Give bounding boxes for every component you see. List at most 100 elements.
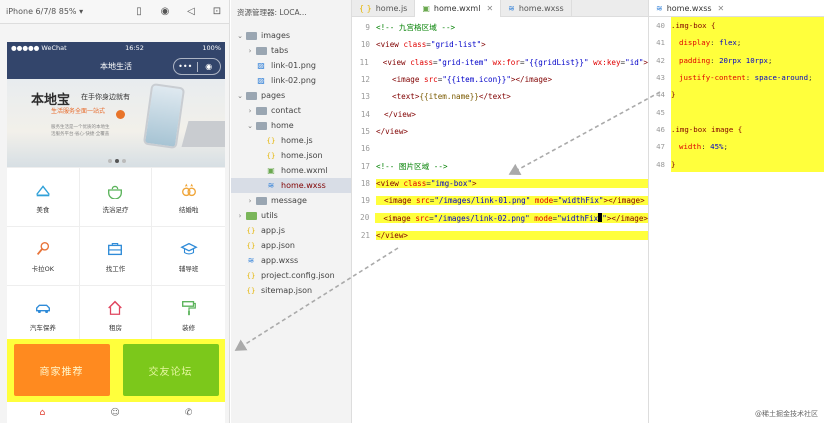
- status-bar: ●●●●● WeChat 16:52 100%: [7, 42, 225, 54]
- indicator-dot-active[interactable]: [115, 159, 119, 163]
- grid-item[interactable]: 租房: [79, 286, 153, 345]
- tree-item-label: project.config.json: [261, 271, 335, 280]
- tree-item-label: images: [261, 31, 291, 40]
- line-number: 11: [359, 57, 369, 67]
- rotate-icon[interactable]: ⊡: [211, 6, 223, 18]
- tree-item-label: app.js: [261, 226, 285, 235]
- tree-item[interactable]: {} sitemap.json: [231, 283, 351, 298]
- tree-item-label: home.wxss: [281, 181, 326, 190]
- tree-item[interactable]: ⌄ pages: [231, 88, 351, 103]
- js-file-icon: {}: [266, 136, 276, 145]
- chevron-icon[interactable]: ›: [235, 212, 245, 220]
- grid-item[interactable]: 洗浴足疗: [79, 168, 153, 227]
- line-number: 42: [656, 55, 665, 65]
- paint-roller-icon: [180, 299, 198, 317]
- car-icon: [34, 299, 52, 317]
- simulator-panel: iPhone 6/7/8 85% ▾ ▯ ◉ ◁ ⊡ ●●●●● WeChat …: [0, 0, 230, 423]
- js-file-icon: {}: [246, 226, 256, 235]
- tab-home-wxss-popup[interactable]: ≋ home.wxss ✕: [649, 0, 824, 17]
- grid-item[interactable]: 装修: [152, 286, 225, 345]
- chevron-icon[interactable]: ⌄: [235, 92, 245, 100]
- chevron-icon[interactable]: ›: [245, 107, 255, 115]
- record-icon[interactable]: ◉: [159, 6, 171, 18]
- wxml-file-icon: ▣: [422, 4, 430, 13]
- indicator-dot[interactable]: [108, 159, 112, 163]
- tree-item[interactable]: {} app.js: [231, 223, 351, 238]
- wxss-file-icon: ≋: [656, 3, 663, 13]
- code-line: 10 <view class="grid-list">: [352, 36, 648, 53]
- code-text: padding: 20rpx 10rpx;: [679, 55, 773, 65]
- tree-item[interactable]: ≋ app.wxss: [231, 253, 351, 268]
- simulator-toolbar: iPhone 6/7/8 85% ▾ ▯ ◉ ◁ ⊡: [0, 0, 229, 24]
- code-line: 45: [649, 103, 824, 120]
- close-tab-icon[interactable]: ✕: [718, 4, 725, 13]
- merchant-recommend-label: 商家推荐: [39, 366, 84, 378]
- tree-item[interactable]: ▨ link-02.png: [231, 73, 351, 88]
- message-icon[interactable]: ☺: [110, 408, 119, 418]
- grid-item[interactable]: 结婚啦: [152, 168, 225, 227]
- folder-icon: [255, 121, 267, 131]
- navigation-bar: 本地生活 ••• ◉: [7, 54, 225, 79]
- grid-item-label: 结婚啦: [178, 205, 199, 214]
- tree-item-label: link-01.png: [271, 61, 316, 70]
- chevron-icon[interactable]: ›: [245, 47, 255, 55]
- code-text: <view class="grid-list">: [376, 40, 486, 50]
- phone-icon[interactable]: ▯: [133, 6, 145, 18]
- tree-item[interactable]: › message: [231, 193, 351, 208]
- folder-icon: [255, 106, 267, 116]
- tree-item[interactable]: ⌄ images: [231, 28, 351, 43]
- grid-item[interactable]: 找工作: [79, 227, 153, 286]
- code-text: <image src="{{item.icon}}"></image>: [392, 75, 553, 85]
- grid-item[interactable]: 辅导班: [152, 227, 225, 286]
- code-text: .img-box image {: [671, 124, 743, 134]
- tree-item[interactable]: › tabs: [231, 43, 351, 58]
- code-line: 19 <image src="/images/link-01.png" mode=…: [352, 192, 648, 209]
- line-number: 20: [360, 213, 370, 223]
- tree-item[interactable]: {} home.json: [231, 148, 351, 163]
- line-number: 21: [360, 230, 370, 240]
- tree-item[interactable]: ⌄ home: [231, 118, 351, 133]
- grid-item[interactable]: 卡拉OK: [7, 227, 80, 286]
- close-icon[interactable]: ◉: [198, 62, 221, 71]
- code-line: 17 <!-- 图片区域 -->: [352, 157, 648, 174]
- tab-label: home.wxss: [518, 4, 564, 13]
- home-icon[interactable]: ⌂: [40, 408, 46, 418]
- chevron-icon[interactable]: ›: [245, 197, 255, 205]
- tree-item[interactable]: › utils: [231, 208, 351, 223]
- banner-mini-line: 活服务平台·省心·快捷·全覆盖: [51, 132, 110, 137]
- chevron-icon[interactable]: ⌄: [245, 122, 255, 130]
- grid-item-label: 装修: [182, 323, 196, 332]
- link-02-image[interactable]: 交友论坛: [122, 344, 219, 396]
- more-icon[interactable]: •••: [174, 62, 197, 71]
- tree-item[interactable]: ▨ link-01.png: [231, 58, 351, 73]
- tree-item[interactable]: ≋ home.wxss: [231, 178, 351, 193]
- json-file-icon: {}: [246, 286, 256, 295]
- volume-icon[interactable]: ◁: [185, 6, 197, 18]
- line-number: 12: [360, 75, 370, 85]
- tree-item[interactable]: {} app.json: [231, 238, 351, 253]
- grid-item[interactable]: 汽车保养: [7, 286, 80, 345]
- briefcase-icon: [106, 240, 124, 258]
- tab-home-js[interactable]: { } home.js: [352, 0, 416, 17]
- chevron-icon[interactable]: ⌄: [235, 32, 245, 40]
- tree-item[interactable]: › contact: [231, 103, 351, 118]
- menu-capsule[interactable]: ••• ◉: [173, 58, 221, 75]
- indicator-dot[interactable]: [122, 159, 126, 163]
- tree-item[interactable]: {} home.js: [231, 133, 351, 148]
- device-selector[interactable]: iPhone 6/7/8 85% ▾: [6, 7, 119, 16]
- food-icon: [34, 181, 52, 199]
- contact-icon[interactable]: ✆: [185, 408, 193, 418]
- code-line: 46 .img-box image {: [649, 121, 824, 138]
- tab-home-wxss[interactable]: ≋ home.wxss: [501, 0, 572, 17]
- close-tab-icon[interactable]: ✕: [486, 4, 493, 13]
- css-code-area[interactable]: 40 .img-box { 41 display: flex; 42 padding:…: [649, 17, 824, 173]
- code-area[interactable]: 9 <!-- 九宫格区域 --> 10 <view class="grid-list…: [352, 17, 648, 244]
- tree-item[interactable]: {} project.config.json: [231, 268, 351, 283]
- swiper-banner[interactable]: 本地宝 在手你身边就有 生活服务全面一站式 服务生活是一个优质的本地生 活服务平…: [7, 79, 225, 167]
- tab-home-wxml[interactable]: ▣ home.wxml ✕: [415, 0, 502, 17]
- grid-item[interactable]: 美食: [7, 168, 80, 227]
- link-01-image[interactable]: 商家推荐: [13, 344, 110, 396]
- tab-label: home.wxss: [666, 3, 712, 13]
- phone-screen: ●●●●● WeChat 16:52 100% 本地生活 ••• ◉ 本地宝 在…: [7, 42, 225, 423]
- tree-item[interactable]: ▣ home.wxml: [231, 163, 351, 178]
